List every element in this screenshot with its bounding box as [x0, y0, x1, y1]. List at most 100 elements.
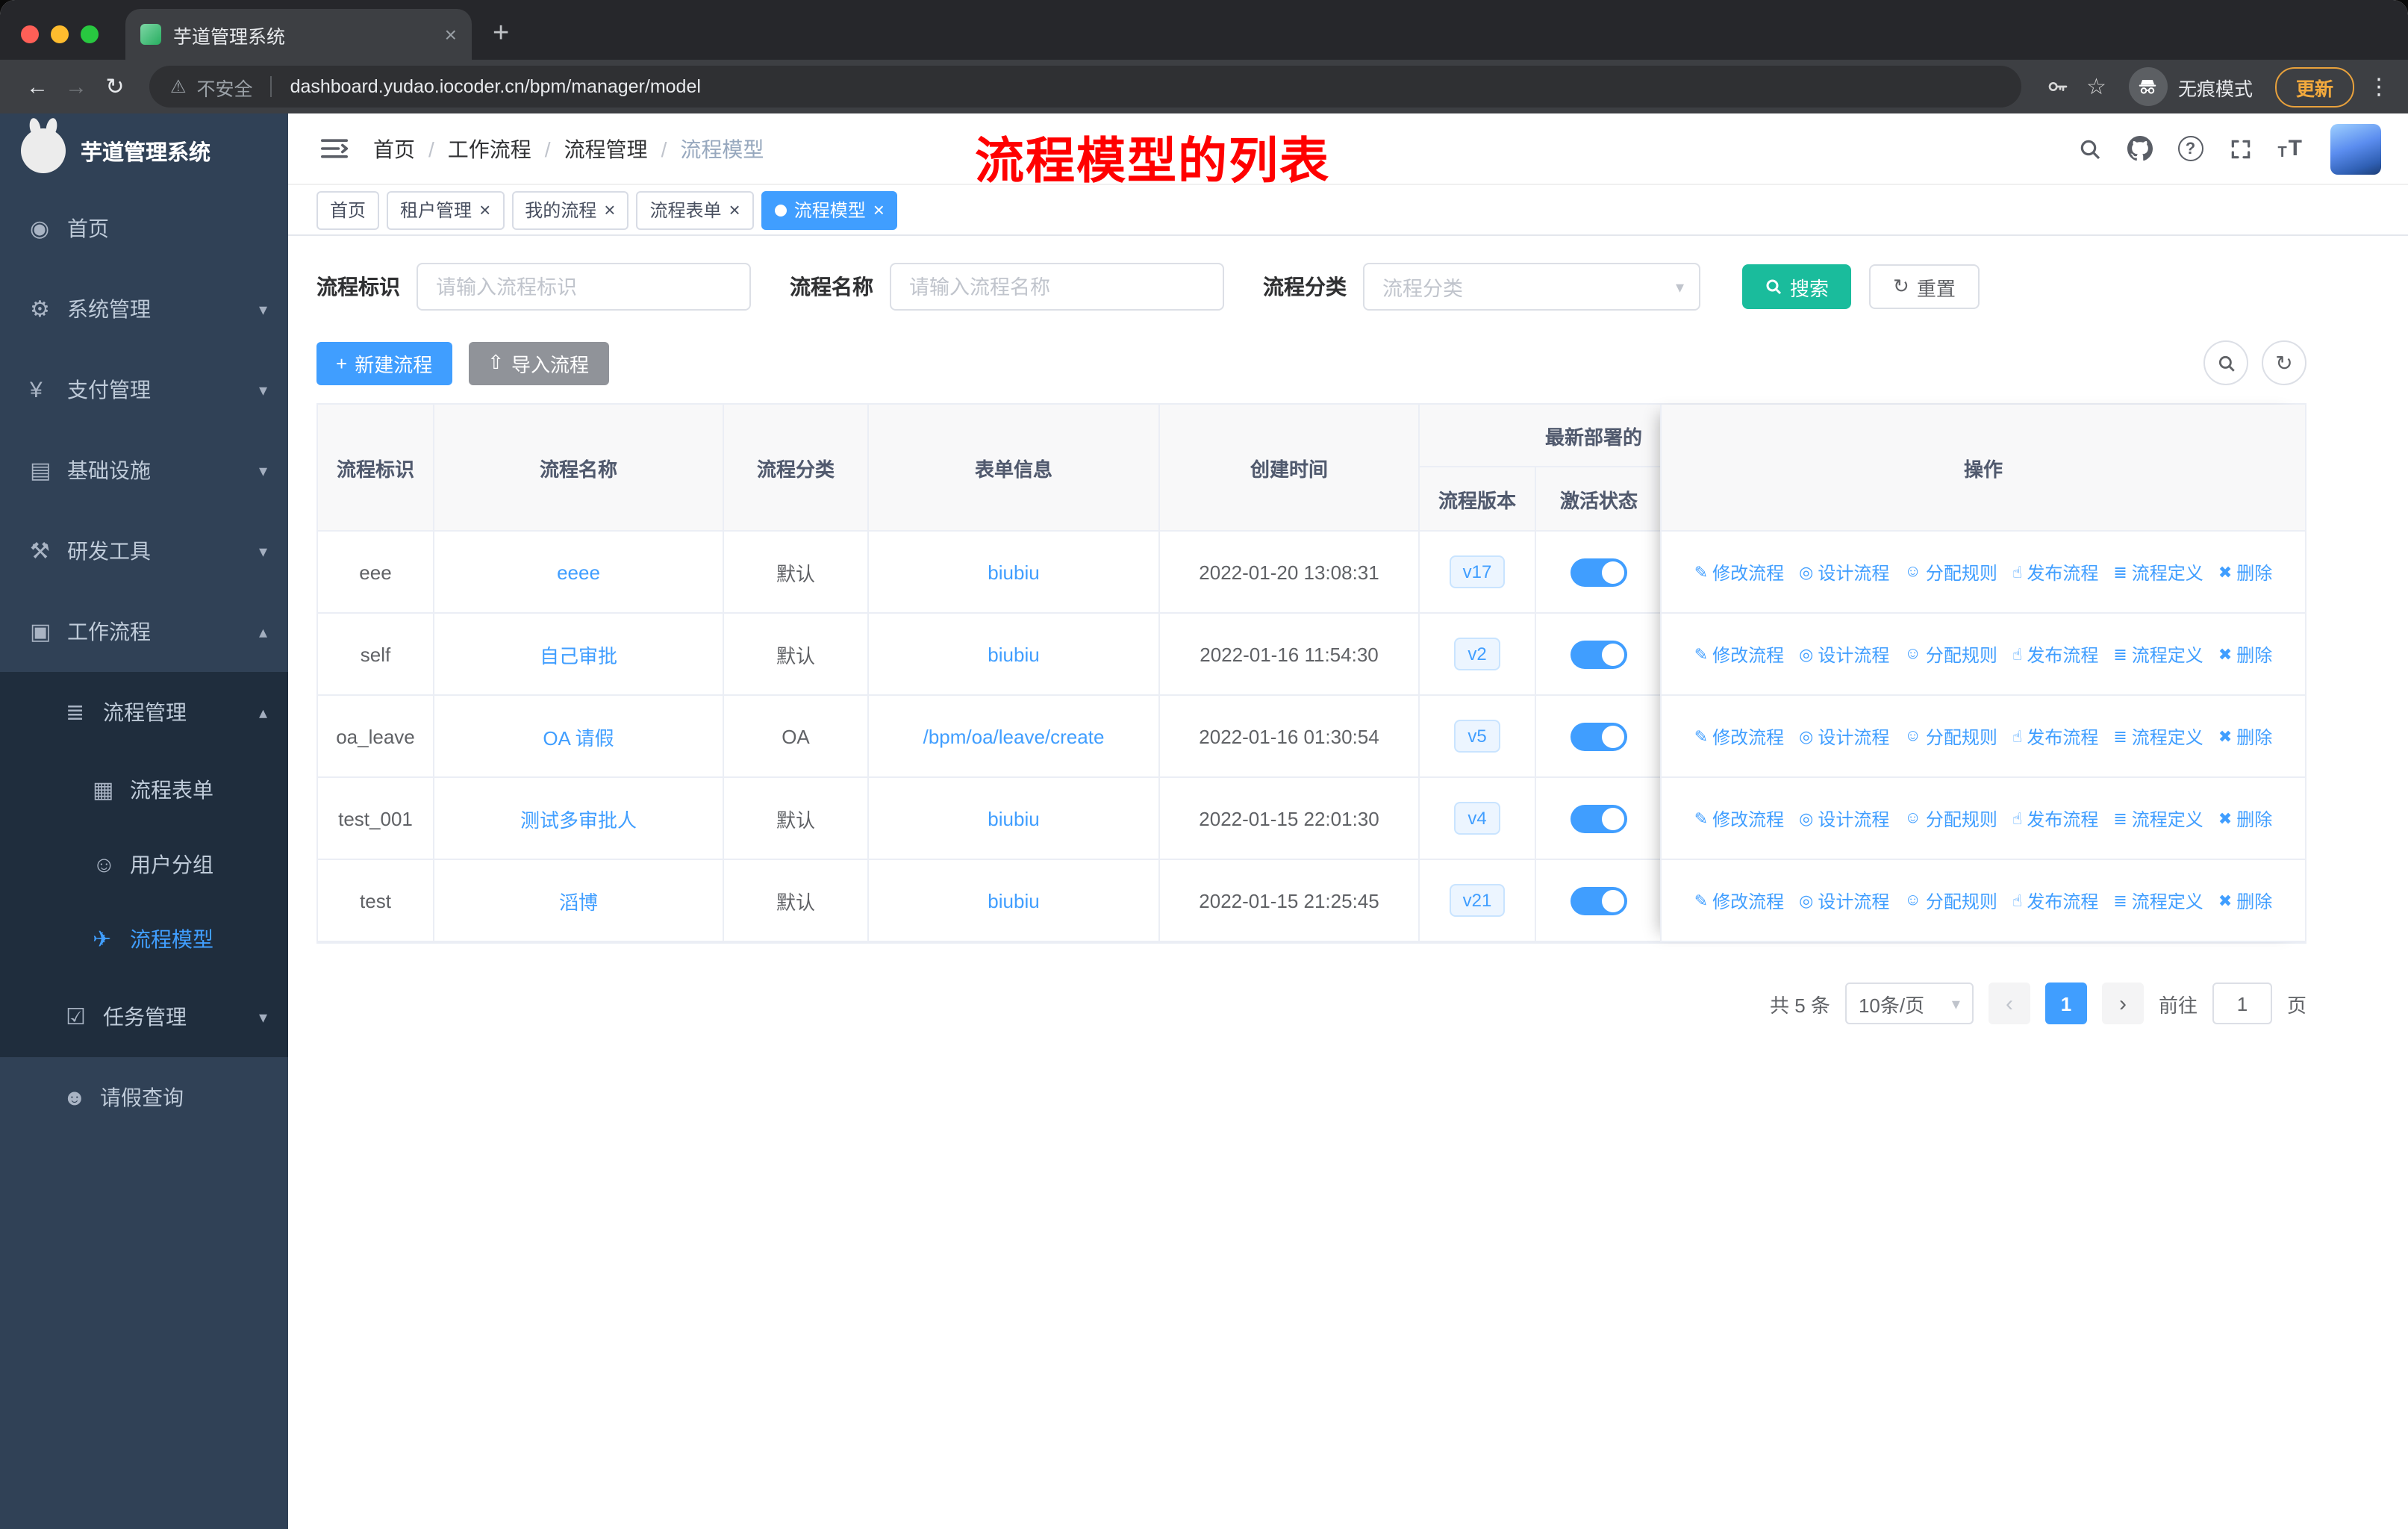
sidebar-item-task-management[interactable]: ☑ 任务管理 ▾ [0, 977, 288, 1057]
password-key-icon[interactable] [2044, 75, 2068, 99]
browser-tab[interactable]: 芋道管理系统 × [125, 9, 472, 60]
status-toggle[interactable] [1570, 558, 1627, 586]
status-toggle[interactable] [1570, 640, 1627, 668]
row-action-link[interactable]: ✎ 修改流程 [1694, 806, 1784, 831]
row-action-link[interactable]: ☺ 分配规则 [1904, 641, 1997, 667]
row-action-link[interactable]: ✖ 删除 [2218, 806, 2272, 831]
row-action-link[interactable]: ☺ 分配规则 [1904, 723, 1997, 749]
tag-process-form[interactable]: 流程表单 × [636, 190, 754, 229]
row-action-link[interactable]: ◎ 设计流程 [1799, 559, 1889, 585]
process-name-link[interactable]: eeee [557, 561, 600, 583]
address-bar[interactable]: ⚠ 不安全 dashboard.yudao.iocoder.cn/bpm/man… [149, 66, 2021, 108]
row-action-link[interactable]: ◎ 设计流程 [1799, 806, 1889, 831]
row-action-link[interactable]: ✖ 删除 [2218, 559, 2272, 585]
fullscreen-icon[interactable] [2228, 137, 2252, 161]
sidebar-item-process-management[interactable]: ≣ 流程管理 ▴ [0, 672, 288, 753]
form-info-link[interactable]: biubiu [988, 807, 1039, 829]
breadcrumb-workflow[interactable]: 工作流程 [448, 134, 531, 164]
row-action-link[interactable]: ☝ 发布流程 [2012, 888, 2098, 913]
not-secure-label[interactable]: 不安全 [197, 72, 253, 101]
row-action-link[interactable]: ☝ 发布流程 [2012, 723, 2098, 749]
tag-my-process[interactable]: 我的流程 × [511, 190, 629, 229]
process-id-input[interactable] [417, 263, 751, 311]
breadcrumb-home[interactable]: 首页 [373, 134, 415, 164]
back-button[interactable]: ← [18, 74, 57, 99]
refresh-table-button[interactable]: ↻ [2262, 340, 2306, 385]
forward-button[interactable]: → [57, 74, 96, 99]
breadcrumb-process-management[interactable]: 流程管理 [564, 134, 648, 164]
process-name-link[interactable]: 测试多审批人 [520, 804, 637, 832]
window-zoom-button[interactable] [81, 25, 99, 43]
row-action-link[interactable]: ✎ 修改流程 [1694, 641, 1784, 667]
sidebar-item-process-form[interactable]: ▦ 流程表单 [0, 753, 288, 827]
bookmark-star-icon[interactable]: ☆ [2086, 73, 2106, 100]
reload-button[interactable]: ↻ [96, 73, 134, 100]
tab-close-icon[interactable]: × [445, 22, 457, 46]
process-name-link[interactable]: OA 请假 [543, 722, 614, 750]
goto-page-input[interactable] [2212, 983, 2272, 1024]
sidebar-item-user-group[interactable]: ☺ 用户分组 [0, 827, 288, 902]
window-close-button[interactable] [21, 25, 39, 43]
sidebar-item-infrastructure[interactable]: ▤ 基础设施 ▾ [0, 430, 288, 511]
sidebar-item-system-management[interactable]: ⚙ 系统管理 ▾ [0, 269, 288, 349]
page-size-select[interactable]: 10条/页 ▾ [1844, 983, 1974, 1024]
create-process-button[interactable]: + 新建流程 [316, 341, 452, 384]
url-text[interactable]: dashboard.yudao.iocoder.cn/bpm/manager/m… [290, 76, 701, 97]
form-info-link[interactable]: biubiu [988, 889, 1039, 912]
row-action-link[interactable]: ☝ 发布流程 [2012, 559, 2098, 585]
sidebar-item-dev-tools[interactable]: ⚒ 研发工具 ▾ [0, 511, 288, 591]
row-action-link[interactable]: ☺ 分配规则 [1904, 806, 1997, 831]
process-name-input[interactable] [890, 263, 1224, 311]
search-icon[interactable] [2077, 137, 2101, 161]
user-avatar[interactable] [2330, 123, 2381, 174]
status-toggle[interactable] [1570, 722, 1627, 750]
row-action-link[interactable]: ≣ 流程定义 [2113, 806, 2203, 831]
row-action-link[interactable]: ✎ 修改流程 [1694, 723, 1784, 749]
page-1-button[interactable]: 1 [2044, 983, 2087, 1024]
row-action-link[interactable]: ≣ 流程定义 [2113, 888, 2203, 913]
row-action-link[interactable]: ☺ 分配规则 [1904, 559, 1997, 585]
process-name-link[interactable]: 自己审批 [540, 640, 617, 668]
tag-close-icon[interactable]: × [604, 199, 615, 221]
tag-close-icon[interactable]: × [479, 199, 490, 221]
row-action-link[interactable]: ✖ 删除 [2218, 641, 2272, 667]
row-action-link[interactable]: ◎ 设计流程 [1799, 723, 1889, 749]
row-action-link[interactable]: ≣ 流程定义 [2113, 559, 2203, 585]
sidebar-item-home[interactable]: ◉ 首页 [0, 188, 288, 269]
tag-process-model[interactable]: 流程模型 × [761, 190, 898, 229]
row-action-link[interactable]: ◎ 设计流程 [1799, 888, 1889, 913]
row-action-link[interactable]: ✖ 删除 [2218, 723, 2272, 749]
form-info-link[interactable]: biubiu [988, 561, 1039, 583]
help-icon[interactable]: ? [2177, 136, 2203, 161]
row-action-link[interactable]: ✎ 修改流程 [1694, 888, 1784, 913]
font-size-icon[interactable]: TT [2277, 136, 2302, 161]
row-action-link[interactable]: ☺ 分配规则 [1904, 888, 1997, 913]
form-info-link[interactable]: biubiu [988, 643, 1039, 665]
row-action-link[interactable]: ✖ 删除 [2218, 888, 2272, 913]
status-toggle[interactable] [1570, 804, 1627, 832]
sidebar-item-leave-query[interactable]: ☻ 请假查询 [0, 1057, 288, 1138]
window-minimize-button[interactable] [51, 25, 69, 43]
sidebar-item-workflow[interactable]: ▣ 工作流程 ▴ [0, 591, 288, 672]
row-action-link[interactable]: ≣ 流程定义 [2113, 641, 2203, 667]
new-tab-button[interactable]: + [493, 18, 509, 51]
form-info-link[interactable]: /bpm/oa/leave/create [923, 725, 1105, 747]
next-page-button[interactable]: › [2101, 983, 2144, 1024]
sidebar-item-payment-management[interactable]: ¥ 支付管理 ▾ [0, 349, 288, 430]
tag-close-icon[interactable]: × [729, 199, 740, 221]
sidebar-item-process-model[interactable]: ✈ 流程模型 [0, 902, 288, 977]
row-action-link[interactable]: ☝ 发布流程 [2012, 641, 2098, 667]
browser-menu-kebab-icon[interactable]: ⋮ [2368, 73, 2390, 100]
import-process-button[interactable]: ⇧ 导入流程 [468, 341, 609, 384]
row-action-link[interactable]: ☝ 发布流程 [2012, 806, 2098, 831]
prev-page-button[interactable]: ‹ [1988, 983, 2030, 1024]
row-action-link[interactable]: ≣ 流程定义 [2113, 723, 2203, 749]
process-category-select[interactable]: 流程分类 ▾ [1363, 263, 1700, 311]
row-action-link[interactable]: ◎ 设计流程 [1799, 641, 1889, 667]
tag-tenant-management[interactable]: 租户管理 × [387, 190, 505, 229]
status-toggle[interactable] [1570, 886, 1627, 915]
row-action-link[interactable]: ✎ 修改流程 [1694, 559, 1784, 585]
browser-update-button[interactable]: 更新 [2274, 66, 2354, 107]
sidebar-toggle-icon[interactable] [321, 137, 348, 160]
github-icon[interactable] [2127, 136, 2153, 161]
